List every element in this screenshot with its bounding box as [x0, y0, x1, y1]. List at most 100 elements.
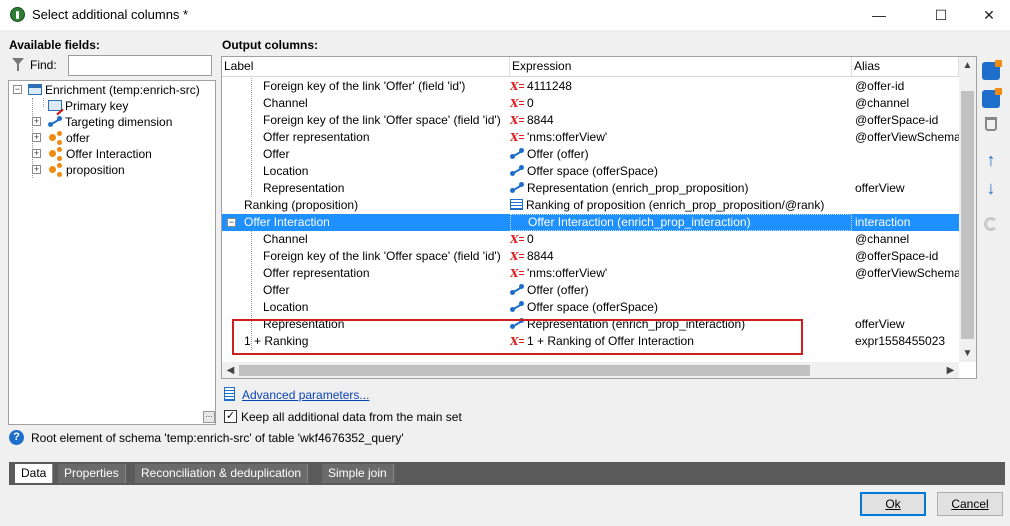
tree-item-primary-key[interactable]: Primary key: [48, 98, 128, 114]
table-row[interactable]: Ranking (proposition) Ranking of proposit…: [222, 197, 959, 214]
list-icon: [510, 199, 523, 210]
filter-icon: [12, 58, 24, 71]
app-icon: [10, 7, 25, 22]
move-down-icon[interactable]: ↓: [982, 179, 1000, 197]
table-row[interactable]: Channel X 0 @channel: [222, 95, 959, 112]
move-up-icon[interactable]: ↑: [982, 151, 1000, 169]
table-row[interactable]: Offer Offer (offer): [222, 282, 959, 299]
tree-item-offer-interaction[interactable]: Offer Interaction: [48, 146, 152, 162]
table-row[interactable]: Foreign key of the link 'Offer space' (f…: [222, 112, 959, 129]
cell-alias: [855, 146, 961, 163]
table-icon: [28, 84, 42, 95]
cell-expression: Offer Interaction (enrich_prop_interacti…: [510, 214, 852, 231]
expression-text: 0: [527, 96, 534, 110]
expression-text: 'nms:offerView': [527, 266, 608, 280]
link-icon: [510, 148, 524, 159]
expression-text: Representation (enrich_prop_proposition): [527, 181, 749, 195]
table-row[interactable]: Representation Representation (enrich_pro…: [222, 180, 959, 197]
cell-label: Location: [263, 164, 309, 178]
expression-text: Offer Interaction (enrich_prop_interacti…: [528, 215, 751, 229]
cell-label: Channel: [263, 232, 308, 246]
add-column-icon[interactable]: [982, 60, 1002, 80]
collapse-toggle[interactable]: −: [13, 85, 22, 94]
maximize-button[interactable]: ☐: [918, 0, 964, 30]
delete-icon[interactable]: [985, 117, 997, 131]
cell-expression: Offer space (offerSpace): [510, 163, 852, 180]
scroll-left-icon[interactable]: ◀: [222, 362, 239, 378]
cell-alias: expr1558455023: [855, 334, 946, 348]
refresh-icon[interactable]: [984, 217, 998, 231]
cell-label: Offer Interaction: [244, 215, 330, 229]
available-fields-tree[interactable]: − Enrichment (temp:enrich-src) Primary k…: [8, 80, 216, 425]
collapse-toggle[interactable]: −: [227, 218, 236, 227]
tree-options-button[interactable]: ⋯: [203, 411, 215, 423]
expression-text: 0: [527, 232, 534, 246]
expand-toggle[interactable]: +: [32, 149, 41, 158]
cell-alias: interaction: [855, 215, 911, 229]
cell-alias: @offerSpace-id: [855, 249, 939, 263]
expression-x-icon: X: [510, 78, 525, 95]
find-label: Find:: [30, 58, 57, 72]
table-row[interactable]: Foreign key of the link 'Offer' (field '…: [222, 78, 959, 95]
expand-toggle[interactable]: +: [32, 165, 41, 174]
advanced-parameters-link[interactable]: Advanced parameters...: [242, 388, 369, 402]
horizontal-scroll-thumb[interactable]: [239, 365, 810, 376]
cell-alias: @channel: [855, 232, 910, 246]
tab-simple-join[interactable]: Simple join: [322, 464, 394, 483]
tree-item-enrichment[interactable]: Enrichment (temp:enrich-src): [28, 82, 200, 98]
org-link-icon: [48, 130, 63, 144]
expand-toggle[interactable]: +: [32, 133, 41, 142]
column-header-expression[interactable]: Expression: [510, 57, 852, 76]
cell-label: Offer representation: [263, 266, 370, 280]
keep-data-label: Keep all additional data from the main s…: [241, 410, 462, 424]
ok-button[interactable]: Ok: [860, 492, 926, 516]
add-expression-icon[interactable]: [982, 88, 1002, 108]
table-row[interactable]: Location Offer space (offerSpace): [222, 299, 959, 316]
find-input[interactable]: [68, 55, 212, 76]
cell-label: Channel: [263, 96, 308, 110]
tree-item-proposition[interactable]: proposition: [48, 162, 125, 178]
cancel-button[interactable]: Cancel: [937, 492, 1003, 516]
cell-alias: @offerViewSchema: [855, 130, 961, 144]
cell-label: Foreign key of the link 'Offer space' (f…: [263, 249, 501, 263]
table-row[interactable]: Offer representation X'nms:offerView' @off…: [222, 129, 961, 146]
table-row[interactable]: Foreign key of the link 'Offer space' (f…: [222, 248, 959, 265]
keep-data-checkbox[interactable]: ✓: [224, 410, 237, 423]
org-link-icon: [48, 162, 63, 176]
key-icon: [48, 100, 62, 111]
scroll-down-icon[interactable]: ▼: [959, 345, 976, 362]
vertical-scroll-thumb[interactable]: [961, 91, 974, 339]
tree-item-offer[interactable]: offer: [48, 130, 90, 146]
cell-alias: [855, 282, 961, 299]
table-row[interactable]: Offer representation X'nms:offerView' @off…: [222, 265, 961, 282]
minimize-button[interactable]: —: [856, 0, 902, 30]
available-fields-heading: Available fields:: [9, 38, 100, 52]
link-icon: [510, 182, 524, 193]
expression-x-icon: X: [510, 129, 525, 146]
expression-x-icon: X: [510, 231, 525, 248]
column-header-alias[interactable]: Alias: [852, 57, 959, 76]
cell-label: Offer: [263, 283, 290, 297]
tab-reconciliation[interactable]: Reconciliation & deduplication: [135, 464, 309, 483]
column-header-label[interactable]: Label: [222, 57, 510, 76]
cell-alias: offerView: [855, 181, 905, 195]
link-icon: [510, 165, 524, 176]
cell-expression: X 8844: [510, 112, 852, 129]
tab-data[interactable]: Data: [15, 464, 54, 483]
output-columns-heading: Output columns:: [222, 38, 318, 52]
expand-toggle[interactable]: +: [32, 117, 41, 126]
scroll-right-icon[interactable]: ▶: [942, 362, 959, 378]
scroll-up-icon[interactable]: ▲: [959, 57, 976, 74]
cell-expression: X'nms:offerView': [510, 265, 852, 282]
table-row[interactable]: Offer Offer (offer): [222, 146, 959, 163]
cell-expression: X'nms:offerView': [510, 129, 852, 146]
tab-properties[interactable]: Properties: [58, 464, 126, 483]
table-row[interactable]: − Offer Interaction Offer Interaction (enr…: [222, 214, 959, 231]
close-button[interactable]: ✕: [966, 0, 1010, 30]
table-row[interactable]: Location Offer space (offerSpace): [222, 163, 959, 180]
table-row[interactable]: Channel X 0 @channel: [222, 231, 959, 248]
expression-text: 8844: [527, 249, 554, 263]
tree-item-targeting-dimension[interactable]: Targeting dimension: [48, 114, 172, 130]
help-icon: ?: [9, 430, 24, 445]
expression-x-icon: X: [510, 248, 525, 265]
